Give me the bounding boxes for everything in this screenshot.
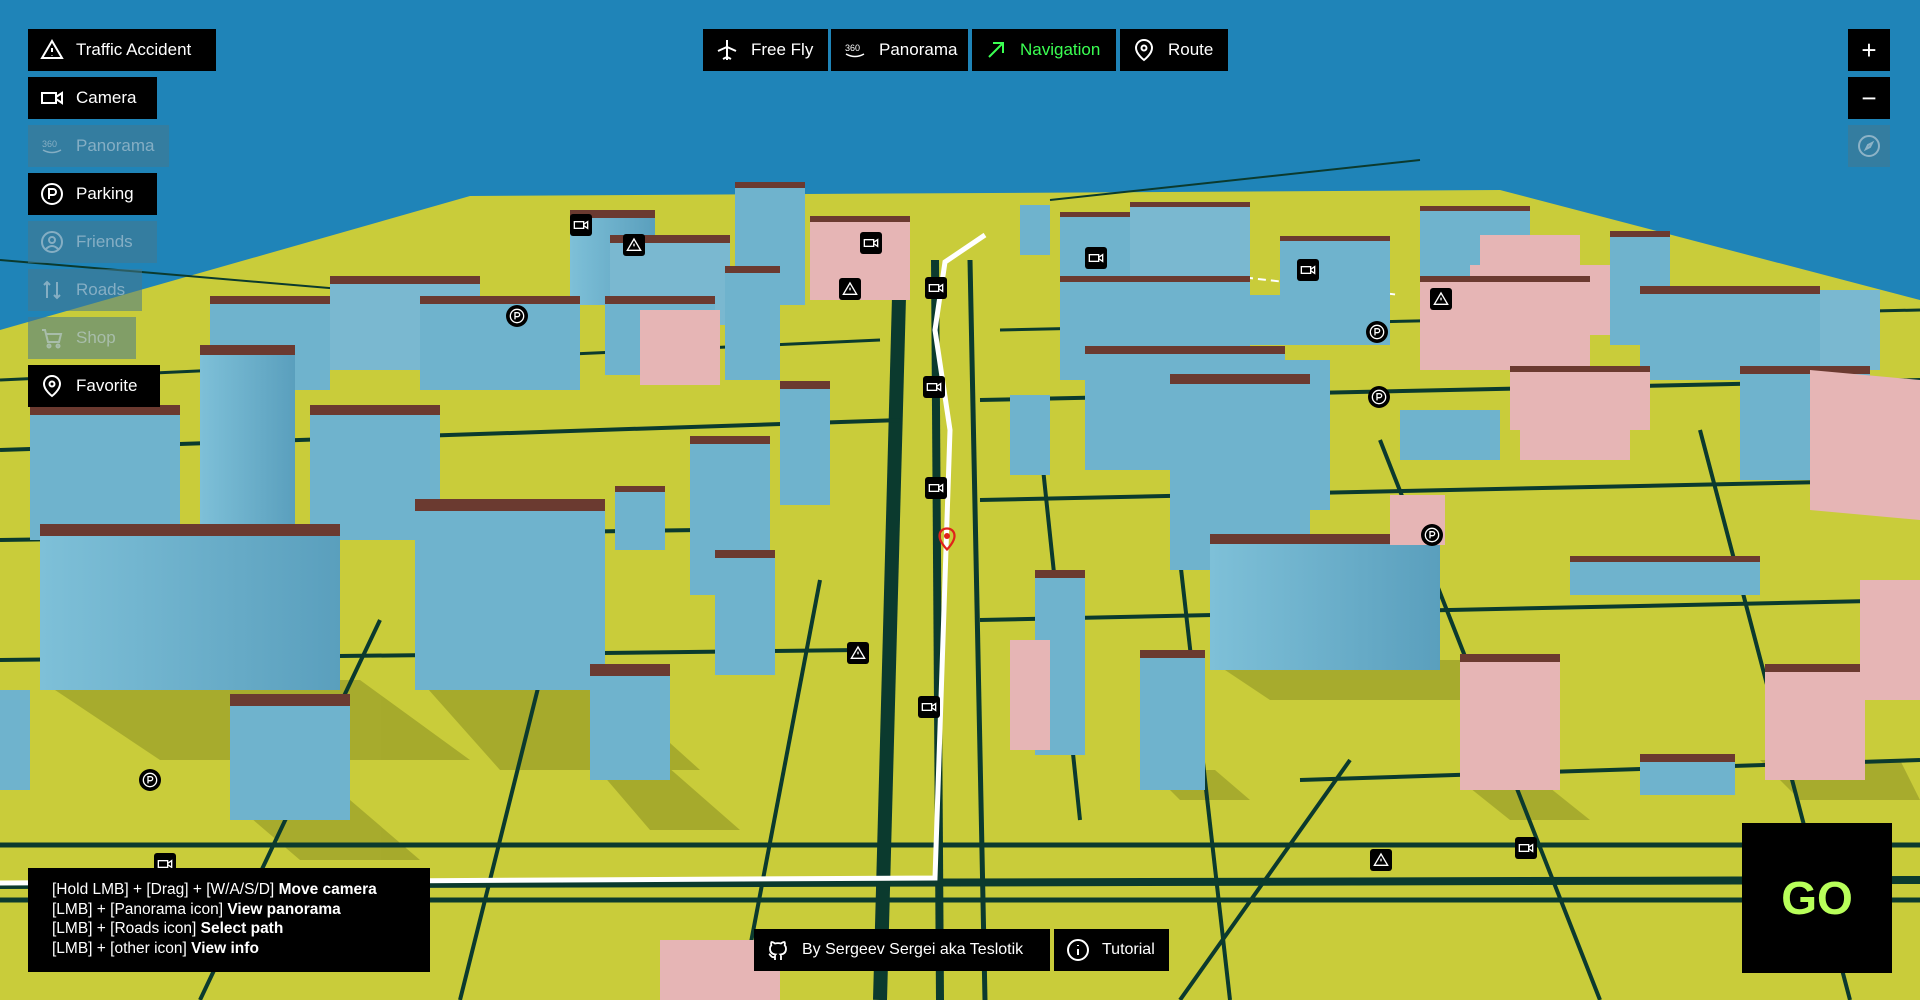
map-marker-camera[interactable] [570, 214, 592, 236]
help-action: Move camera [278, 881, 377, 898]
mode-route-button[interactable]: Route [1120, 29, 1228, 71]
help-keys: [LMB] + [Roads icon] [52, 920, 197, 937]
github-icon [768, 941, 787, 960]
airplane-icon [717, 40, 737, 60]
map-marker-camera[interactable] [1085, 247, 1107, 269]
map-marker-camera[interactable] [1515, 837, 1537, 859]
help-line: [LMB] + [Roads icon] Select path [52, 919, 430, 939]
layer-roads-label: Roads [76, 280, 126, 299]
svg-text:360: 360 [845, 43, 860, 53]
help-action: View info [191, 939, 259, 957]
map-marker-camera[interactable] [860, 232, 882, 254]
help-keys: [Hold LMB] + [Drag] + [W/A/S/D] [52, 881, 275, 898]
layer-panorama-button[interactable]: 360 Panorama [28, 125, 169, 167]
map-marker-parking[interactable] [506, 305, 528, 327]
cart-icon [42, 329, 63, 349]
mode-route-label: Route [1168, 40, 1214, 59]
panorama-360-icon: 360 [845, 43, 865, 58]
credit-link[interactable]: By Sergeev Sergei aka Teslotik [754, 929, 1050, 971]
compass-icon [1858, 135, 1880, 157]
city-3d-map-view[interactable] [0, 0, 1920, 1000]
camera-icon [41, 91, 63, 105]
map-marker-camera[interactable] [918, 696, 940, 718]
compass-button[interactable] [1848, 125, 1890, 167]
zoom-out-label: − [1861, 82, 1877, 113]
layer-traffic-accident-button[interactable]: Traffic Accident [28, 29, 216, 71]
help-line: [LMB] + [other icon] View info [52, 939, 430, 959]
tutorial-label: Tutorial [1102, 941, 1155, 958]
layer-favorite-button[interactable]: Favorite [28, 365, 160, 407]
map-marker-warning[interactable] [847, 642, 869, 664]
mode-navigation-label: Navigation [1020, 40, 1101, 59]
map-marker-parking[interactable] [1366, 321, 1388, 343]
layer-traffic-accident-label: Traffic Accident [76, 40, 192, 59]
layer-roads-button[interactable]: Roads [28, 269, 142, 311]
layer-parking-button[interactable]: Parking [28, 173, 157, 215]
mode-free-fly-button[interactable]: Free Fly [703, 29, 828, 71]
layer-friends-label: Friends [76, 232, 133, 251]
mode-panorama-label: Panorama [879, 40, 958, 59]
go-label: GO [1781, 872, 1853, 924]
layer-friends-button[interactable]: Friends [28, 221, 157, 263]
map-marker-camera[interactable] [923, 376, 945, 398]
layer-camera-label: Camera [76, 88, 137, 107]
warning-icon [40, 39, 64, 59]
user-icon [41, 231, 63, 253]
map-marker-warning[interactable] [1370, 849, 1392, 871]
location-pin-icon [1134, 38, 1154, 62]
map-marker-camera[interactable] [925, 277, 947, 299]
panorama-360-icon: 360 [42, 139, 62, 154]
svg-text:360: 360 [42, 139, 57, 149]
help-line: [LMB] + [Panorama icon] View panorama [52, 900, 430, 920]
controls-help-panel: [Hold LMB] + [Drag] + [W/A/S/D] Move cam… [28, 868, 430, 972]
map-marker-parking[interactable] [139, 769, 161, 791]
layer-panorama-label: Panorama [76, 136, 155, 155]
layer-favorite-label: Favorite [76, 376, 138, 395]
zoom-out-button[interactable]: − [1848, 77, 1890, 119]
mode-panorama-button[interactable]: 360 Panorama [831, 29, 968, 71]
map-marker-parking[interactable] [1368, 386, 1390, 408]
map-marker-parking[interactable] [1421, 524, 1443, 546]
map-marker-camera[interactable] [925, 477, 947, 499]
help-keys: [LMB] + [Panorama icon] [52, 900, 224, 918]
mode-free-fly-label: Free Fly [751, 40, 814, 59]
layer-parking-label: Parking [76, 184, 134, 203]
zoom-in-label: + [1861, 34, 1877, 65]
roads-icon [43, 280, 61, 300]
parking-icon [41, 183, 63, 205]
help-keys: [LMB] + [other icon] [52, 939, 187, 957]
map-marker-warning[interactable] [1430, 288, 1452, 310]
go-button[interactable]: GO [1742, 823, 1892, 973]
map-marker-warning[interactable] [839, 278, 861, 300]
layer-camera-button[interactable]: Camera [28, 77, 157, 119]
location-pin-icon [42, 374, 62, 398]
map-marker-camera[interactable] [1297, 259, 1319, 281]
layer-shop-button[interactable]: Shop [28, 317, 136, 359]
layer-shop-label: Shop [76, 328, 116, 347]
help-line: [Hold LMB] + [Drag] + [W/A/S/D] Move cam… [52, 880, 430, 900]
credit-label: By Sergeev Sergei aka Teslotik [802, 941, 1024, 958]
zoom-in-button[interactable]: + [1848, 29, 1890, 71]
arrow-up-right-icon [988, 42, 1004, 58]
map-marker-warning[interactable] [623, 234, 645, 256]
help-action: Select path [200, 920, 284, 937]
mode-navigation-button[interactable]: Navigation [972, 29, 1116, 71]
info-icon [1067, 939, 1089, 961]
tutorial-button[interactable]: Tutorial [1054, 929, 1169, 971]
help-action: View panorama [227, 900, 341, 918]
destination-pin-icon[interactable] [938, 527, 956, 551]
